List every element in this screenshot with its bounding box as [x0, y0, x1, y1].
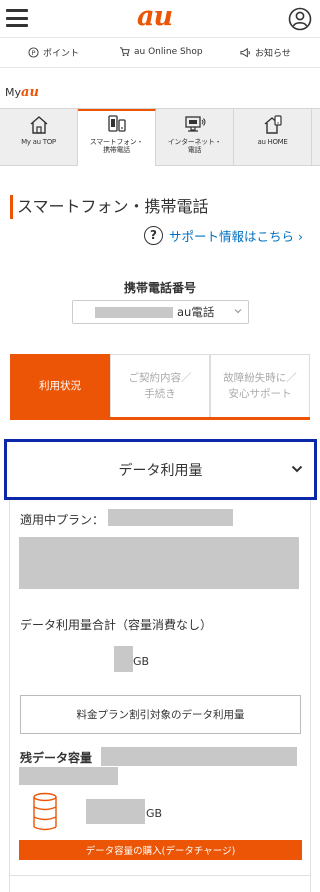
points-label: ポイント [43, 49, 80, 59]
home-icon [30, 116, 47, 134]
data-charge-button[interactable]: データ容量の購入(データチャージ) [19, 840, 302, 860]
online-shop-link[interactable]: au Online Shop [119, 46, 203, 57]
notices-label: お知らせ [255, 49, 291, 59]
cart-icon [119, 47, 130, 57]
tab-au-home[interactable]: au HOME [234, 109, 312, 166]
au-logo[interactable]: au [137, 1, 173, 32]
remaining-unit: GB [146, 807, 163, 820]
help-circle-icon: ? [144, 226, 163, 245]
online-shop-label: au Online Shop [134, 46, 203, 57]
tab-label: My au TOP [21, 138, 56, 146]
tab-my-au-top[interactable]: My au TOP [0, 109, 78, 166]
total-usage-label: データ利用量合計（容量消費なし） [20, 618, 213, 632]
my-au-prefix: My [5, 86, 22, 99]
usage-tabs: 利用状況 ご契約内容／ 手続き 故障紛失時に／ 安心サポート [10, 354, 310, 420]
tab-smartphone[interactable]: スマートフォン・ 携帯電話 [78, 109, 156, 166]
my-au-label: Myau [5, 85, 39, 100]
discount-usage-button[interactable]: 料金プラン割引対象のデータ利用量 [20, 695, 301, 734]
tab-support[interactable]: 故障紛失時に／ 安心サポート [210, 354, 310, 417]
user-account-icon[interactable] [288, 7, 312, 31]
total-usage-unit: GB [133, 655, 150, 668]
accordion-title: データ利用量 [118, 463, 203, 479]
phone-select-value: au電話 [177, 305, 215, 319]
masked-plan-details [19, 537, 299, 589]
tab-usage-status[interactable]: 利用状況 [10, 354, 110, 417]
masked-remaining-amount [86, 799, 145, 824]
smartphone-icon [107, 115, 126, 132]
notices-link[interactable]: お知らせ [240, 46, 291, 59]
plan-label: 適用中プラン： [20, 513, 105, 527]
masked-total-usage [114, 646, 133, 672]
masked-remaining-info [101, 747, 297, 766]
chevron-down-icon [291, 465, 303, 473]
masked-remaining-info-2 [19, 767, 118, 785]
data-storage-icon [33, 792, 57, 831]
page-title: スマートフォン・携帯電話 [10, 195, 209, 219]
my-au-brand: au [21, 85, 39, 100]
internet-icon [184, 116, 205, 132]
menu-icon[interactable] [6, 9, 28, 27]
remaining-data-label: 残データ容量 [20, 751, 93, 765]
top-bar: au [0, 0, 320, 38]
chevron-down-icon [234, 309, 242, 314]
points-link[interactable]: P ポイント [28, 46, 79, 59]
au-home-icon [264, 115, 282, 134]
tab-internet[interactable]: インターネット・ 電話 [156, 109, 234, 166]
support-link-label: サポート情報はこちら › [169, 229, 303, 244]
category-tabs: My au TOP スマートフォン・ 携帯電話 インターネット・ 電話 au H… [0, 108, 320, 166]
phone-number-label: 携帯電話番号 [123, 281, 196, 295]
masked-plan-name [108, 509, 233, 526]
masked-phone-number [95, 307, 173, 318]
tab-label: au HOME [257, 138, 288, 146]
tab-label: インターネット・ 電話 [167, 138, 222, 154]
point-icon: P [28, 47, 39, 58]
support-info-link[interactable]: ? サポート情報はこちら › [144, 226, 303, 245]
data-usage-accordion[interactable]: データ利用量 [4, 439, 317, 500]
panel-bottom-divider [9, 875, 311, 876]
tab-label: スマートフォン・ 携帯電話 [89, 138, 144, 154]
phone-number-select[interactable]: au電話 [72, 300, 249, 324]
svg-text:P: P [32, 49, 36, 57]
sub-navigation: P ポイント au Online Shop お知らせ [0, 38, 320, 68]
tab-contract-details[interactable]: ご契約内容／ 手続き [110, 354, 210, 417]
megaphone-icon [240, 48, 250, 58]
